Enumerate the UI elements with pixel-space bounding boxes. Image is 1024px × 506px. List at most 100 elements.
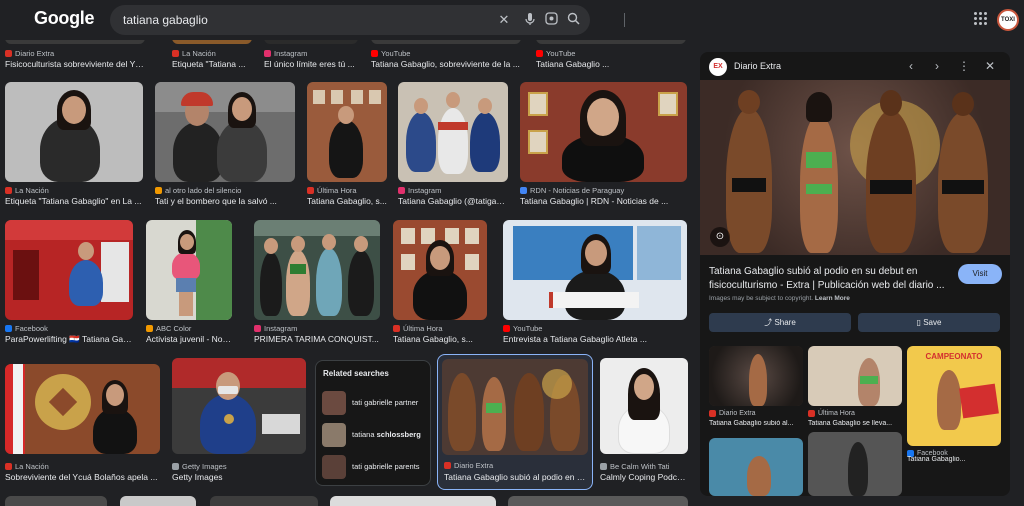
result-image[interactable] [520, 82, 687, 182]
result-tile[interactable]: YouTube Tatiana Gabaglio ... [536, 40, 686, 69]
result-title[interactable]: PRIMERA TARIMA CONQUIST... [254, 334, 380, 344]
result-tile[interactable]: Getty Images Getty Images [172, 358, 306, 488]
lens-icon[interactable] [543, 12, 559, 28]
result-tile[interactable] [120, 496, 196, 506]
result-title[interactable]: Tatiana Gabaglio... [907, 456, 1001, 463]
result-tile[interactable]: ABC Color Activista juvenil - Nosotr... [146, 220, 232, 346]
result-image[interactable] [5, 496, 107, 506]
related-image-tile[interactable]: Última Hora Tatiana Gabaglio se lleva... [808, 346, 902, 428]
panel-title[interactable]: Tatiana Gabaglio subió al podio en su de… [709, 265, 949, 293]
result-tile[interactable]: Última Hora Tatiana Gabaglio, s... [307, 82, 387, 208]
result-tile[interactable]: Instagram El único límite eres tú ... [264, 40, 358, 69]
previous-icon[interactable]: ‹ [903, 58, 919, 74]
result-title[interactable]: ParaPowerlifting 🇵🇾 Tatiana Gab... [5, 334, 133, 345]
result-image[interactable] [330, 496, 496, 506]
panel-source[interactable]: Diario Extra [734, 61, 781, 71]
result-tile[interactable]: La Nación Etiqueta "Tatiana ... [172, 40, 252, 69]
result-tile[interactable]: Instagram Tatiana Gabaglio (@tatigab... [398, 82, 508, 208]
result-image[interactable] [503, 220, 687, 320]
result-tile[interactable] [330, 496, 496, 506]
result-tile[interactable]: YouTube Tatiana Gabaglio, sobreviviente … [371, 40, 521, 69]
apps-grid-icon[interactable] [974, 12, 988, 26]
result-tile[interactable]: YouTube Entrevista a Tatiana Gabaglio At… [503, 220, 687, 346]
related-image[interactable] [808, 432, 902, 496]
result-tile[interactable]: La Nación Etiqueta "Tatiana Gabaglio" en… [5, 82, 143, 208]
result-title[interactable]: Etiqueta "Tatiana Gabaglio" en La ... [5, 196, 143, 206]
result-image[interactable] [120, 496, 196, 506]
result-title[interactable]: Entrevista a Tatiana Gabaglio Atleta ... [503, 334, 687, 344]
result-title[interactable]: Tati y el bombero que la salvó ... [155, 196, 295, 206]
result-image[interactable] [264, 40, 358, 44]
result-image[interactable] [5, 364, 160, 454]
result-image[interactable] [398, 82, 508, 182]
result-tile[interactable]: Facebook ParaPowerlifting 🇵🇾 Tatiana Gab… [5, 220, 133, 346]
result-image[interactable] [172, 358, 306, 454]
related-image-tile[interactable] [808, 432, 902, 496]
result-tile[interactable]: al otro lado del silencio Tati y el bomb… [155, 82, 295, 208]
selected-result-tile[interactable]: Diario Extra Tatiana Gabaglio subió al p… [437, 354, 593, 490]
related-image-tile[interactable]: Diario Extra Tatiana Gabaglio subió al..… [709, 346, 803, 428]
result-image[interactable] [155, 82, 295, 182]
result-tile[interactable] [5, 496, 107, 506]
clear-icon[interactable]: ✕ [496, 12, 512, 28]
result-title[interactable]: Calmly Coping Podcast [600, 472, 688, 482]
related-image-tile[interactable]: CAMPEONATO Facebook Tatiana Gabaglio... [907, 346, 1001, 463]
related-image[interactable] [709, 438, 803, 496]
result-image[interactable] [5, 40, 145, 44]
share-button[interactable]: ⤴ Share [709, 313, 851, 332]
result-image[interactable] [393, 220, 487, 320]
microphone-icon[interactable] [522, 12, 538, 28]
result-image[interactable] [146, 220, 232, 320]
result-image[interactable] [210, 496, 318, 506]
result-image[interactable] [371, 40, 521, 44]
result-image[interactable] [5, 220, 133, 320]
more-options-icon[interactable]: ⋮ [956, 58, 972, 74]
related-search-item[interactable]: tatiana schlossberg [320, 421, 428, 449]
result-title[interactable]: Tatiana Gabaglio se lleva... [808, 420, 902, 427]
related-search-item[interactable]: tati gabrielle parents [320, 453, 428, 481]
account-avatar[interactable]: TOXI [997, 9, 1019, 31]
result-title[interactable]: Tatiana Gabaglio, sobreviviente de la ..… [371, 59, 521, 69]
result-title[interactable]: El único límite eres tú ... [264, 59, 358, 69]
result-tile[interactable]: Última Hora Tatiana Gabaglio, s... [393, 220, 487, 346]
result-tile[interactable]: Be Calm With Tati Calmly Coping Podcast [600, 358, 688, 488]
next-icon[interactable]: › [929, 58, 945, 74]
result-title[interactable]: Etiqueta "Tatiana ... [172, 59, 252, 69]
result-image[interactable] [172, 40, 252, 44]
result-tile[interactable]: Instagram PRIMERA TARIMA CONQUIST... [254, 220, 380, 346]
search-box[interactable]: tatiana gabaglio ✕ [110, 5, 625, 35]
result-title[interactable]: Sobreviviente del Ycuá Bolaños apela ... [5, 472, 160, 482]
result-title[interactable]: Tatiana Gabaglio subió al... [709, 420, 803, 427]
result-title[interactable]: Getty Images [172, 472, 306, 482]
related-image-tile[interactable] [709, 438, 803, 496]
result-title[interactable]: Tatiana Gabaglio ... [536, 59, 686, 69]
result-tile[interactable] [508, 496, 688, 506]
result-title[interactable]: Tatiana Gabaglio, s... [393, 334, 487, 344]
learn-more-link[interactable]: Learn More [815, 295, 850, 302]
visit-button[interactable]: Visit [958, 264, 1002, 284]
search-icon[interactable] [565, 12, 581, 28]
save-button[interactable]: ▯ Save [858, 313, 1000, 332]
result-tile[interactable]: RDN - Noticias de Paraguay Tatiana Gabag… [520, 82, 687, 208]
result-image[interactable] [536, 40, 686, 44]
lens-search-icon[interactable]: ⊙ [710, 227, 730, 247]
result-title[interactable]: Tatiana Gabaglio (@tatigab... [398, 196, 508, 206]
result-title[interactable]: Activista juvenil - Nosotr... [146, 334, 232, 344]
result-image[interactable] [254, 220, 380, 320]
result-image[interactable] [508, 496, 688, 506]
result-title[interactable]: Fisicoculturista sobreviviente del Ycuá … [5, 59, 145, 69]
related-image[interactable]: CAMPEONATO [907, 346, 1001, 446]
result-image[interactable] [5, 82, 143, 182]
close-icon[interactable]: ✕ [982, 58, 998, 74]
result-title[interactable]: Tatiana Gabaglio, s... [307, 196, 387, 206]
result-tile[interactable]: La Nación Sobreviviente del Ycuá Bolaños… [5, 364, 160, 490]
related-image[interactable] [808, 346, 902, 406]
result-title[interactable]: Tatiana Gabaglio | RDN - Noticias de ... [520, 196, 687, 206]
preview-image[interactable] [700, 80, 1010, 255]
related-search-item[interactable]: tati gabrielle partner [320, 389, 428, 417]
result-tile[interactable]: Diario Extra Fisicoculturista sobrevivie… [5, 40, 145, 69]
result-title[interactable]: Tatiana Gabaglio subió al podio en su... [444, 472, 588, 482]
result-image[interactable] [442, 359, 588, 455]
related-image[interactable] [709, 346, 803, 406]
search-input[interactable]: tatiana gabaglio [123, 13, 208, 27]
